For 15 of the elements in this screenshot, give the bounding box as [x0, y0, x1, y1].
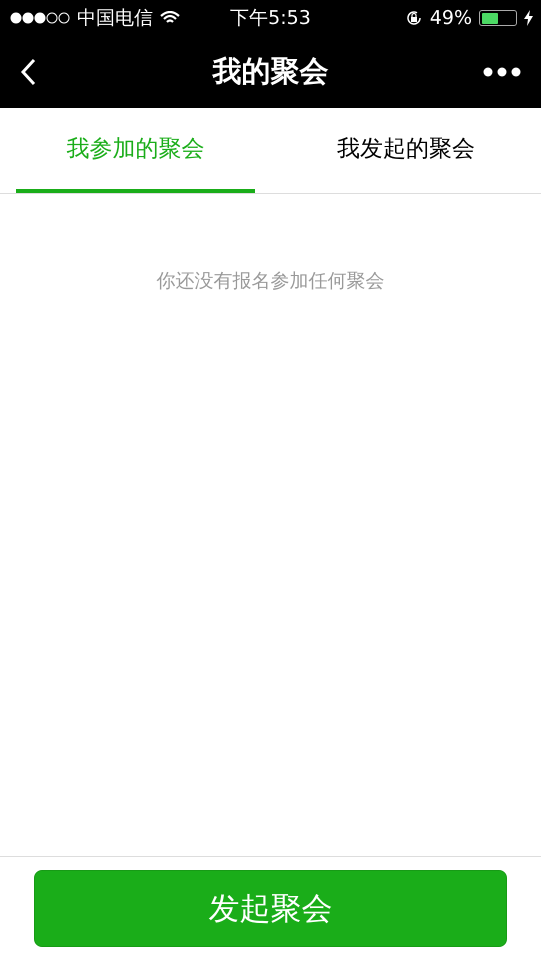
battery-percent: 49% [430, 7, 472, 29]
signal-icon [10, 12, 70, 24]
empty-message: 你还没有报名参加任何聚会 [156, 269, 384, 294]
charging-bolt-icon [524, 10, 533, 26]
page-title: 我的聚会 [212, 53, 328, 90]
rotation-lock-icon [404, 9, 423, 27]
create-gathering-button[interactable]: 发起聚会 [34, 870, 507, 947]
back-icon[interactable] [20, 58, 36, 86]
more-icon[interactable] [483, 67, 521, 77]
wifi-icon [160, 11, 180, 25]
status-time: 下午5:53 [230, 6, 311, 31]
carrier-name: 中国电信 [77, 6, 153, 31]
tab[interactable]: 我发起的聚会 [286, 108, 525, 193]
battery-icon [479, 10, 517, 26]
tab[interactable]: 我参加的聚会 [16, 108, 254, 193]
